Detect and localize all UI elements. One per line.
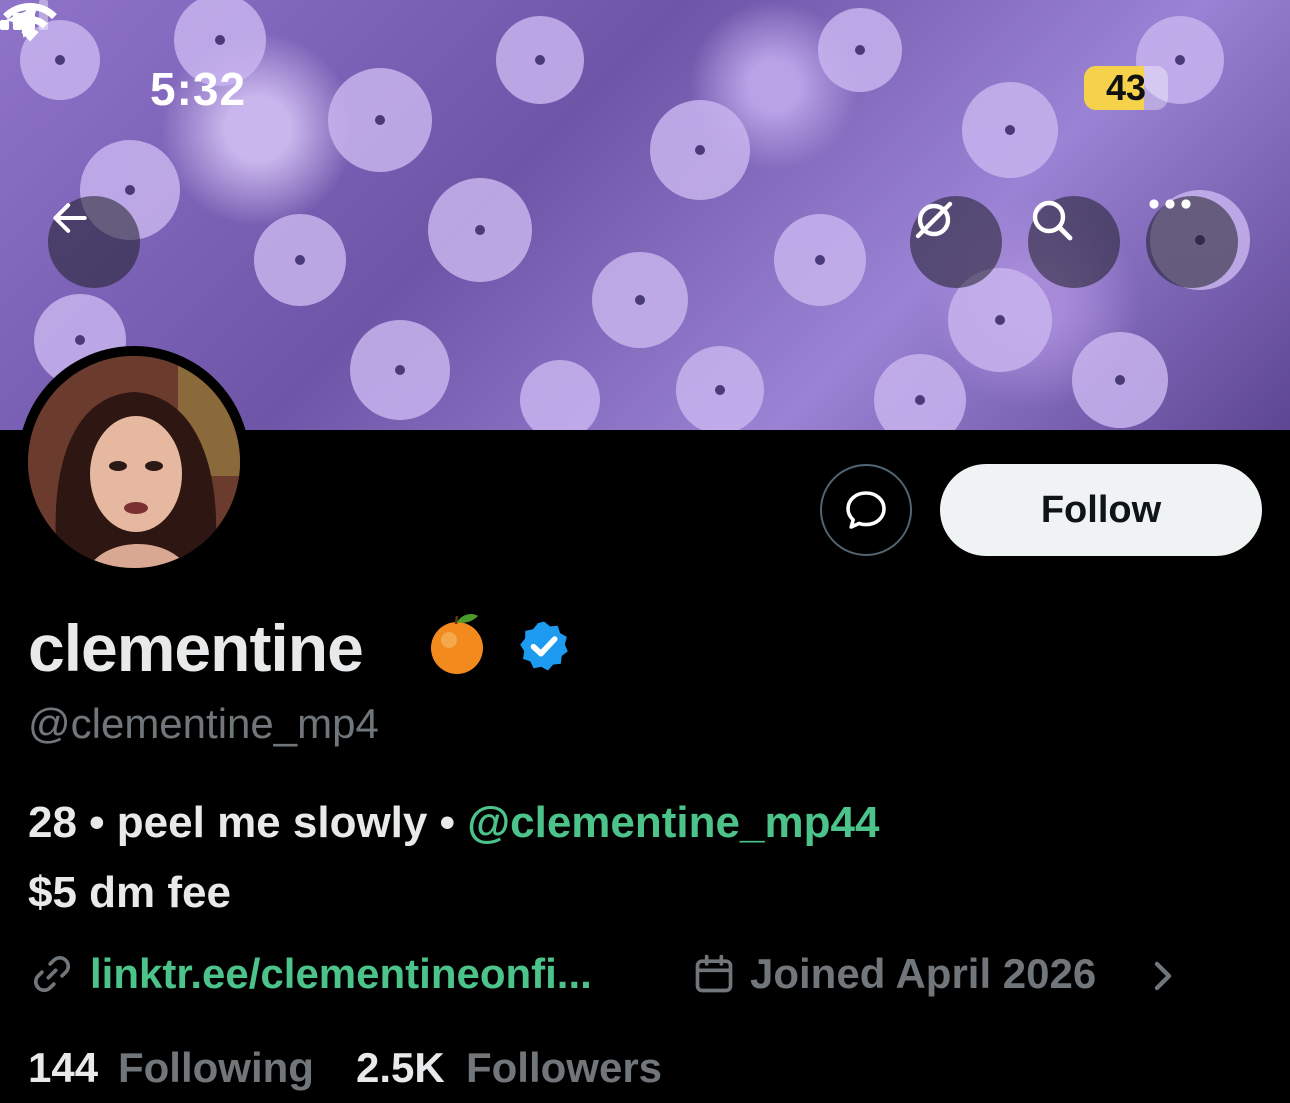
avatar-photo <box>28 356 240 568</box>
calendar-icon <box>695 954 733 993</box>
message-icon <box>846 491 886 529</box>
back-button[interactable] <box>48 196 140 288</box>
bio-mention-link[interactable]: @clementine_mp44 <box>467 798 879 847</box>
followers-count[interactable]: 2.5K <box>356 1044 445 1092</box>
search-icon <box>1032 200 1073 241</box>
wifi-icon <box>3 2 57 42</box>
search-button[interactable] <box>1028 196 1120 288</box>
bio-text: 28 • peel me slowly • <box>28 798 468 847</box>
following-count[interactable]: 144 <box>28 1044 98 1092</box>
avatar-portrait <box>28 356 240 568</box>
orange-emoji-icon <box>431 614 483 674</box>
user-handle: @clementine_mp4 <box>28 700 379 747</box>
display-name: clementine <box>28 611 364 685</box>
battery-level: 43 <box>1105 67 1147 108</box>
link-icon <box>33 955 71 993</box>
followers-label[interactable]: Followers <box>466 1044 662 1092</box>
following-label[interactable]: Following <box>118 1044 314 1092</box>
status-time: 5:32 <box>150 63 247 115</box>
arrow-left-icon <box>53 203 87 233</box>
verified-badge-icon[interactable] <box>516 618 572 674</box>
message-button[interactable] <box>820 464 912 556</box>
bio-line-2: $5 dm fee <box>28 868 231 917</box>
avatar[interactable] <box>18 346 250 578</box>
follow-button[interactable]: Follow <box>940 464 1262 556</box>
translate-button[interactable] <box>910 196 1002 288</box>
joined-date[interactable]: Joined April 2026 <box>750 950 1096 998</box>
battery-indicator: 43 <box>1084 66 1168 110</box>
translate-icon <box>915 201 953 239</box>
more-button[interactable] <box>1146 196 1238 288</box>
chevron-right-icon[interactable] <box>1150 958 1176 994</box>
bio-line-1: 28 • peel me slowly • @clementine_mp44 <box>28 798 879 848</box>
more-icon <box>1149 199 1191 209</box>
profile-website-link[interactable]: linktr.ee/clementineonfi... <box>90 950 592 998</box>
